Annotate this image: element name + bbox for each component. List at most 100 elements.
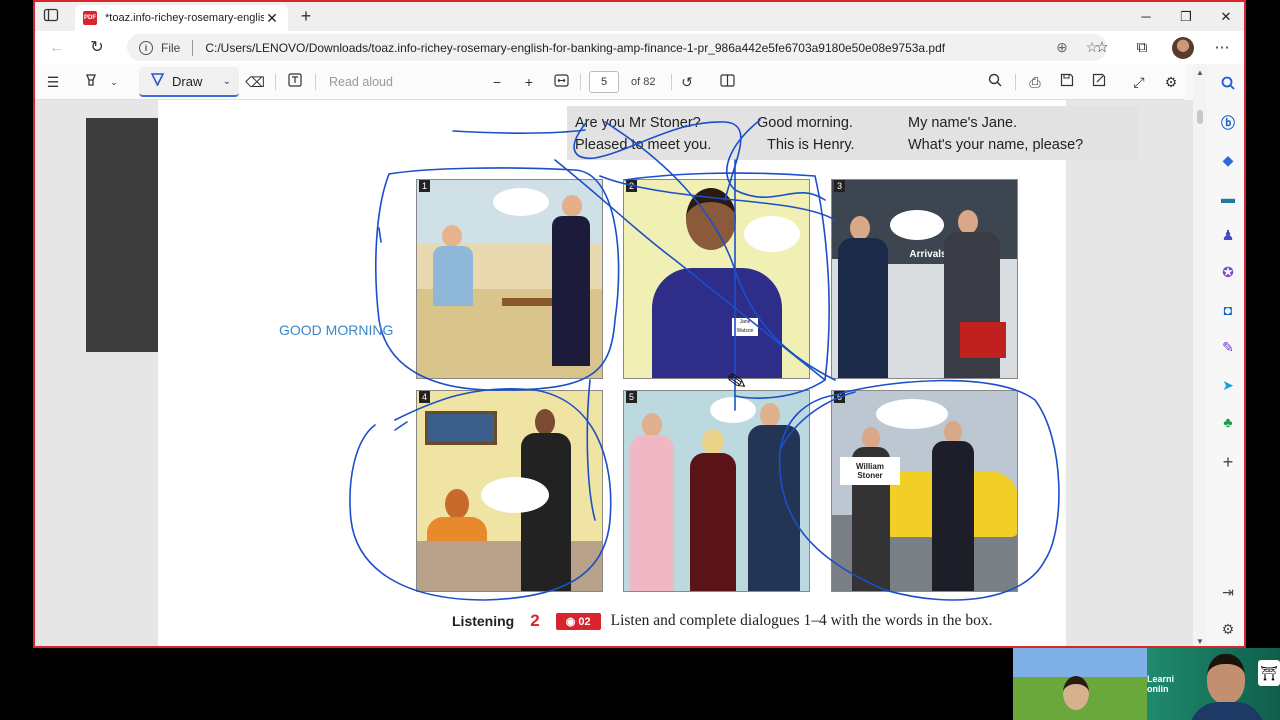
draw-label: Draw — [172, 73, 203, 89]
chevron-down-icon[interactable]: ⌄ — [223, 76, 231, 87]
person — [838, 238, 888, 378]
avatar[interactable] — [1172, 37, 1194, 59]
person — [535, 409, 555, 435]
chevron-down-icon[interactable]: ⌄ — [107, 72, 121, 92]
omnibox[interactable]: i File C:/Users/LENOVO/Downloads/toaz.in… — [127, 34, 1107, 61]
games-icon[interactable]: ♟ — [1218, 225, 1238, 245]
speech-bubble — [710, 397, 756, 423]
favorites-icon[interactable]: ☆ — [1091, 37, 1113, 59]
scrollbar-thumb[interactable] — [1197, 110, 1203, 124]
person — [642, 413, 662, 437]
browser-window: PDF *toaz.info-richey-rosemary-englis ✕ … — [33, 0, 1246, 648]
zoom-in-icon[interactable]: + — [519, 72, 539, 92]
exercise-number: 2 — [530, 611, 540, 630]
person — [562, 195, 582, 217]
save-icon[interactable] — [1057, 72, 1077, 92]
webcam-feed-right: Learni onlin ⛩ — [1147, 648, 1280, 720]
search-icon[interactable] — [1218, 75, 1238, 95]
minimize-icon[interactable]: ─ — [1126, 6, 1166, 28]
designer-icon[interactable]: ✎ — [1218, 337, 1238, 357]
search-icon[interactable] — [985, 72, 1005, 92]
zoom-icon[interactable]: ⊕ — [1047, 39, 1077, 56]
hide-sidebar-icon[interactable]: ⇥ — [1218, 582, 1238, 602]
read-aloud-button[interactable]: Read aloud — [329, 72, 393, 92]
tree-icon[interactable]: ♣ — [1218, 412, 1238, 432]
more-menu-icon[interactable]: ⋯ — [1211, 37, 1233, 59]
microsoft-365-icon[interactable]: ✪ — [1218, 262, 1238, 282]
page-number-input[interactable]: 5 — [589, 71, 619, 93]
tab-pdf[interactable]: PDF *toaz.info-richey-rosemary-englis ✕ — [75, 5, 288, 31]
panel-number: 4 — [419, 391, 430, 403]
person — [944, 421, 962, 443]
webcam-overlay: Learni onlin ⛩ — [1013, 648, 1280, 720]
contents-icon[interactable]: ☰ — [43, 72, 63, 92]
rotate-icon[interactable]: ↺ — [677, 72, 697, 92]
open-external-icon[interactable]: ⤢ — [1129, 72, 1149, 92]
speech-bubble — [876, 399, 948, 429]
person — [760, 403, 780, 427]
tab-title: *toaz.info-richey-rosemary-englis — [105, 12, 264, 24]
webcam-feed-left — [1013, 648, 1147, 720]
draw-button[interactable]: Draw ⌄ — [139, 67, 239, 97]
name-sign: William Stoner — [840, 457, 900, 485]
logo-icon: ⛩ — [1258, 660, 1280, 686]
tools-briefcase-icon[interactable]: ▬ — [1218, 188, 1238, 208]
person — [748, 425, 800, 591]
name-badge: Jane Watson — [732, 318, 758, 336]
person — [552, 216, 590, 366]
tab-actions-icon[interactable] — [43, 7, 63, 25]
save-as-icon[interactable] — [1089, 72, 1109, 92]
person — [433, 246, 473, 306]
phrase: What's your name, please? — [908, 137, 1084, 153]
address-bar: ← ↻ i File C:/Users/LENOVO/Downloads/toa… — [35, 31, 1244, 64]
address-prefix: File — [161, 40, 181, 55]
panel-number: 2 — [626, 180, 637, 192]
page-count: of 82 — [631, 76, 656, 88]
phrase: Are you Mr Stoner? — [575, 115, 701, 131]
webcam-brand: Learni onlin — [1147, 674, 1174, 694]
brand-line: Learni — [1147, 674, 1175, 684]
shopping-tag-icon[interactable]: ◆ — [1218, 150, 1238, 170]
pdf-toolbar: ☰ ⌄ Draw ⌄ ⌫ Read aloud − + 5 of 82 ↺ ⎙ … — [35, 64, 1185, 100]
back-icon[interactable]: ← — [45, 36, 69, 60]
highlight-icon[interactable] — [81, 72, 101, 92]
presenter-face — [1207, 654, 1245, 704]
participant-face — [1063, 676, 1089, 710]
sidebar-settings-icon[interactable]: ⚙ — [1218, 619, 1238, 639]
telegram-icon[interactable]: ➤ — [1218, 375, 1238, 395]
pdf-viewer[interactable]: Are you Mr Stoner? Good morning. My name… — [35, 100, 1195, 646]
table — [502, 298, 552, 306]
toolbar-divider — [1015, 74, 1016, 90]
person — [862, 427, 880, 449]
audio-track-number: 02 — [578, 615, 591, 628]
scroll-up-icon[interactable]: ▲ — [1196, 68, 1204, 77]
zoom-out-icon[interactable]: − — [487, 72, 507, 92]
url-text[interactable]: C:/Users/LENOVO/Downloads/toaz.info-rich… — [205, 41, 1047, 55]
panel-number: 6 — [834, 391, 845, 403]
speech-bubble — [493, 188, 549, 216]
scroll-down-icon[interactable]: ▼ — [1196, 637, 1204, 646]
collections-icon[interactable]: ⧉ — [1131, 37, 1153, 59]
gear-icon[interactable]: ⚙ — [1161, 72, 1181, 92]
fit-page-icon[interactable] — [551, 72, 571, 92]
restore-icon[interactable]: ❐ — [1166, 6, 1206, 28]
info-icon[interactable]: i — [139, 40, 153, 55]
print-icon[interactable]: ⎙ — [1025, 72, 1045, 92]
toolbar-divider — [671, 74, 672, 90]
person — [445, 489, 469, 519]
refresh-icon[interactable]: ↻ — [85, 36, 109, 60]
add-sidebar-icon[interactable]: + — [1218, 452, 1238, 472]
close-tab-icon[interactable]: ✕ — [264, 10, 280, 27]
text-box-icon[interactable] — [285, 72, 305, 92]
page-view-icon[interactable] — [717, 72, 737, 92]
phrase: Pleased to meet you. — [575, 137, 712, 153]
close-window-icon[interactable]: ✕ — [1206, 6, 1244, 28]
vertical-scrollbar[interactable]: ▲ ▼ — [1193, 64, 1207, 646]
bing-chat-icon[interactable]: ⓑ — [1218, 113, 1238, 133]
panel-number: 1 — [419, 180, 430, 192]
toolbar-divider — [315, 74, 316, 90]
outlook-icon[interactable]: ◘ — [1218, 300, 1238, 320]
panel-number: 3 — [834, 180, 845, 192]
eraser-icon[interactable]: ⌫ — [245, 72, 265, 92]
new-tab-icon[interactable]: + — [295, 5, 317, 27]
